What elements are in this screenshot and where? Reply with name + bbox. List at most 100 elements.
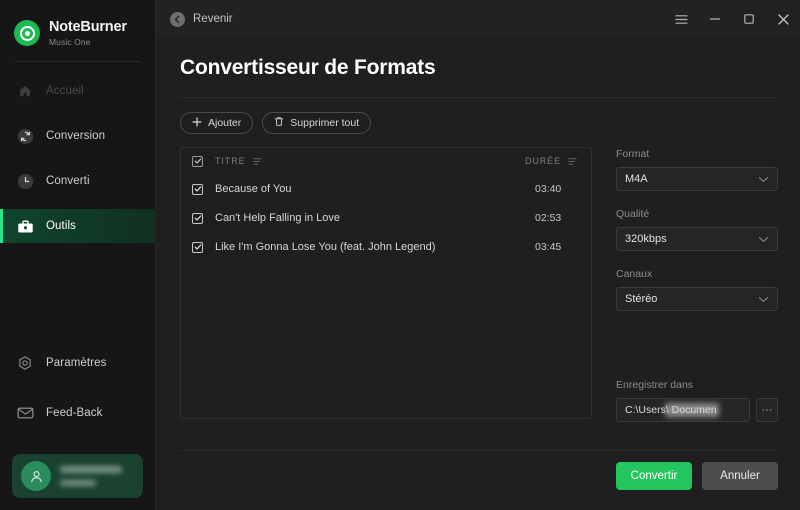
sidebar-item-parametres[interactable]: Paramètres — [0, 346, 155, 380]
output-path-redaction — [665, 403, 719, 417]
sidebar-item-label: Feed-Back — [46, 407, 103, 419]
noteburner-logo-icon — [14, 20, 40, 46]
track-title: Can't Help Falling in Love — [215, 212, 341, 224]
convert-button[interactable]: Convertir — [616, 462, 692, 490]
page-title: Convertisseur de Formats — [180, 56, 436, 79]
sidebar-item-label: Paramètres — [46, 357, 107, 369]
table-row[interactable]: Like I'm Gonna Lose You (feat. John Lege… — [181, 233, 591, 261]
add-button[interactable]: Ajouter — [180, 112, 254, 134]
sidebar-item-converti[interactable]: Converti — [0, 164, 155, 198]
browse-button[interactable]: ··· — [756, 398, 778, 422]
track-list-header: TITRE DURÉE — [181, 148, 591, 174]
close-icon[interactable] — [776, 12, 790, 26]
output-path-row: C:\Users\ Documen ··· — [616, 398, 778, 422]
settings-icon — [16, 354, 34, 372]
brand: NoteBurner Music One — [0, 0, 155, 52]
track-duration: 03:40 — [535, 183, 562, 195]
sort-icon[interactable] — [252, 157, 262, 166]
table-row[interactable]: Because of You 03:40 — [181, 175, 591, 203]
titlebar: Revenir — [156, 0, 800, 38]
format-group: Format M4A — [616, 148, 778, 191]
account-info — [60, 466, 122, 486]
output-label: Enregistrer dans — [616, 379, 694, 391]
add-button-label: Ajouter — [208, 117, 242, 129]
quality-select[interactable]: 320kbps — [616, 227, 778, 251]
window-controls — [674, 12, 790, 26]
sidebar-item-conversion[interactable]: Conversion — [0, 119, 155, 153]
table-row[interactable]: Can't Help Falling in Love 02:53 — [181, 204, 591, 232]
brand-name: NoteBurner — [49, 19, 127, 35]
sidebar-item-label: Outils — [46, 220, 76, 232]
format-label: Format — [616, 148, 650, 160]
select-all-checkbox[interactable] — [192, 155, 203, 167]
clock-icon — [16, 172, 34, 190]
cancel-button[interactable]: Annuler — [702, 462, 778, 490]
format-value: M4A — [625, 173, 648, 185]
output-group: Enregistrer dans C:\Users\ Documen ··· — [616, 379, 778, 422]
sidebar-item-label: Conversion — [46, 130, 106, 142]
track-title: Like I'm Gonna Lose You (feat. John Lege… — [215, 241, 436, 253]
column-header-title[interactable]: TITRE — [215, 156, 525, 166]
channels-value: Stéréo — [625, 293, 658, 305]
back-button[interactable]: Revenir — [170, 11, 233, 27]
clear-all-button[interactable]: Supprimer tout — [262, 112, 372, 134]
toolbar: Ajouter Supprimer tout — [180, 112, 778, 134]
plus-icon — [192, 116, 202, 130]
track-title: Because of You — [215, 183, 292, 195]
back-label: Revenir — [193, 13, 233, 25]
sidebar-item-label: Accueil — [46, 85, 84, 97]
account-plan — [60, 480, 96, 486]
title-divider — [180, 97, 778, 98]
toolbox-icon — [16, 217, 34, 235]
home-icon — [16, 82, 34, 100]
brand-subtitle: Music One — [49, 36, 91, 47]
track-checkbox[interactable] — [192, 241, 203, 253]
footer-actions: Convertir Annuler — [616, 462, 778, 490]
chevron-down-icon — [758, 236, 769, 243]
main-area: Revenir Convertisseur de Formats Ajouter… — [156, 0, 800, 510]
format-select[interactable]: M4A — [616, 167, 778, 191]
minimize-icon[interactable] — [708, 12, 722, 26]
track-duration: 03:45 — [535, 241, 562, 253]
channels-group: Canaux Stéréo — [616, 268, 778, 311]
sidebar: NoteBurner Music One Accueil Conversion … — [0, 0, 156, 510]
back-arrow-icon — [170, 11, 185, 27]
clear-all-button-label: Supprimer tout — [290, 117, 360, 129]
user-avatar-icon — [21, 461, 51, 491]
account-card[interactable] — [12, 454, 143, 498]
quality-value: 320kbps — [625, 233, 667, 245]
mail-icon — [16, 404, 34, 422]
maximize-icon[interactable] — [742, 12, 756, 26]
chevron-down-icon — [758, 176, 769, 183]
settings-panel: Format M4A Qualité 320kbps Canaux Stéréo… — [616, 147, 778, 422]
channels-label: Canaux — [616, 268, 653, 280]
sidebar-divider — [14, 61, 141, 62]
hamburger-menu-icon[interactable] — [674, 12, 688, 26]
sidebar-item-outils[interactable]: Outils — [0, 209, 155, 243]
body-row: TITRE DURÉE Because of You 03:40 Can't H… — [180, 147, 778, 422]
sidebar-item-accueil[interactable]: Accueil — [0, 74, 155, 108]
sort-icon[interactable] — [568, 157, 577, 166]
column-header-duration-label: DURÉE — [524, 156, 561, 166]
quality-group: Qualité 320kbps — [616, 208, 778, 251]
track-checkbox[interactable] — [192, 212, 203, 224]
column-header-duration[interactable]: DURÉE — [525, 156, 577, 166]
sidebar-nav-bottom: Paramètres Feed-Back — [0, 346, 155, 454]
app-window: NoteBurner Music One Accueil Conversion … — [0, 0, 800, 510]
sidebar-item-label: Converti — [46, 175, 90, 187]
column-header-title-label: TITRE — [215, 156, 246, 166]
output-path-input[interactable]: C:\Users\ Documen — [616, 398, 750, 422]
content: Convertisseur de Formats Ajouter Supprim… — [156, 38, 800, 510]
sidebar-item-feedback[interactable]: Feed-Back — [0, 396, 155, 430]
account-name — [60, 466, 122, 473]
track-checkbox[interactable] — [192, 183, 203, 195]
chevron-down-icon — [758, 296, 769, 303]
track-duration: 02:53 — [535, 212, 562, 224]
track-list-panel: TITRE DURÉE Because of You 03:40 Can't H… — [180, 147, 592, 419]
sidebar-nav: Accueil Conversion Converti Outils — [0, 74, 155, 254]
quality-label: Qualité — [616, 208, 650, 220]
trash-icon — [274, 116, 284, 130]
channels-select[interactable]: Stéréo — [616, 287, 778, 311]
sync-icon — [16, 127, 34, 145]
footer-divider — [180, 450, 778, 451]
